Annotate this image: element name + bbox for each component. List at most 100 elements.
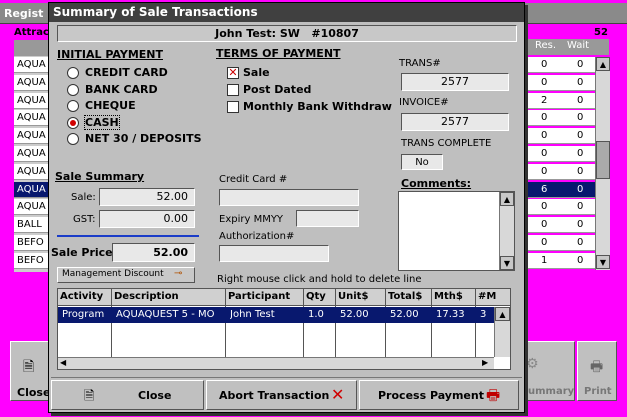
payment-option[interactable]: CREDIT CARD — [67, 66, 217, 80]
table-column-header[interactable]: Qty — [306, 291, 326, 302]
sale-label: Sale: — [71, 192, 96, 203]
authorization-input[interactable] — [219, 245, 329, 262]
sale-divider — [57, 235, 199, 237]
management-discount-button[interactable]: Management Discount ⊸ — [57, 267, 195, 283]
background-row[interactable]: 00 — [527, 199, 595, 216]
background-row[interactable]: 00 — [527, 57, 595, 73]
payment-option[interactable]: CHEQUE — [67, 99, 217, 113]
background-row[interactable]: 00 — [527, 217, 595, 234]
process-payment-button[interactable]: Process Payment 🖶 — [359, 380, 519, 410]
table-scroll-right-icon[interactable]: ▶ — [482, 358, 488, 367]
background-row-name[interactable]: BALL — [14, 217, 50, 234]
background-row-res: 0 — [541, 76, 548, 88]
terms-option[interactable]: Monthly Bank Withdraw — [227, 100, 397, 114]
background-row-name[interactable]: AQUA — [14, 110, 50, 127]
background-scrollbar[interactable]: ▲ ▼ — [595, 57, 610, 270]
table-row[interactable]: Program AQUAQUEST 5 - MO John Test 1.0 52.00… — [58, 307, 494, 323]
invoice-label: INVOICE# — [399, 97, 449, 108]
terms-option[interactable]: ✕ Sale — [227, 66, 397, 80]
background-row[interactable]: 00 — [527, 235, 595, 251]
background-row-res: 0 — [541, 112, 548, 124]
background-row-name[interactable]: AQUA — [14, 199, 50, 216]
background-row[interactable]: 10 — [527, 252, 595, 269]
process-button-label: Process Payment — [378, 389, 484, 402]
background-row-name[interactable]: AQUA — [14, 92, 50, 109]
background-scroll-down-icon[interactable]: ▼ — [596, 255, 610, 269]
comments-scroll-up-icon[interactable]: ▲ — [500, 192, 514, 206]
table-cell-m: 3 — [480, 309, 487, 320]
table-column-header[interactable]: Unit$ — [338, 291, 368, 302]
management-discount-label: Management Discount — [62, 269, 164, 279]
background-row-wait: 0 — [577, 148, 584, 159]
background-row[interactable]: 00 — [527, 163, 595, 180]
dialog-titlebar[interactable]: Summary of Sale Transactions — [49, 3, 524, 22]
table-scroll-up-icon[interactable]: ▲ — [495, 307, 510, 321]
background-print-button[interactable]: 🖶 Print — [577, 341, 617, 401]
table-scroll-left-icon[interactable]: ◀ — [60, 358, 66, 367]
table-column-header[interactable]: Participant — [228, 291, 290, 302]
radio-icon[interactable] — [67, 83, 79, 96]
table-column-header[interactable]: Activity — [60, 291, 103, 302]
background-row[interactable]: 00 — [527, 128, 595, 145]
payment-option-label: CHEQUE — [85, 99, 136, 112]
background-row-res: 0 — [541, 165, 548, 177]
background-row-name[interactable]: AQUA — [14, 146, 50, 162]
background-summary-button[interactable]: ⚙ ummary — [525, 341, 575, 401]
wait-column-header[interactable]: Wait — [567, 40, 589, 51]
expiry-input[interactable] — [296, 210, 359, 227]
table-column-header[interactable]: Mth$ — [434, 291, 463, 302]
background-row-name[interactable]: AQUA — [14, 181, 50, 198]
sale-price-value: 52.00 — [153, 246, 188, 259]
trans-complete-label: TRANS COMPLETE — [401, 138, 492, 149]
table-column-header[interactable]: Total$ — [388, 291, 422, 302]
background-row-res: 2 — [541, 94, 548, 106]
background-row-res: 0 — [541, 130, 548, 142]
background-row[interactable]: 20 — [527, 92, 595, 109]
comments-textarea[interactable]: ▲ ▼ — [398, 191, 515, 271]
background-row-name[interactable]: BEFO — [14, 235, 50, 251]
table-column-header[interactable]: #M — [478, 291, 496, 302]
background-row-name[interactable]: AQUA — [14, 128, 50, 145]
background-row[interactable]: 60 — [527, 181, 595, 198]
background-row-name[interactable]: AQUA — [14, 57, 50, 73]
radio-selected-icon[interactable] — [67, 116, 79, 129]
comments-scrollbar[interactable]: ▲ ▼ — [499, 192, 514, 270]
radio-icon[interactable] — [67, 133, 79, 145]
checkbox-icon[interactable] — [227, 101, 239, 113]
background-row[interactable]: 00 — [527, 110, 595, 127]
terms-option[interactable]: Post Dated — [227, 83, 397, 97]
checkbox-icon[interactable] — [227, 84, 239, 96]
background-close-button[interactable]: 🗎 Close — [10, 341, 50, 401]
background-row[interactable]: 00 — [527, 146, 595, 162]
table-cell-participant: John Test — [230, 309, 275, 320]
payment-option[interactable]: NET 30 / DEPOSITS — [67, 132, 217, 146]
background-row-name[interactable]: AQUA — [14, 74, 50, 91]
background-row[interactable]: 00 — [527, 74, 595, 91]
radio-icon[interactable] — [67, 100, 79, 112]
table-column-header[interactable]: Description — [114, 291, 179, 302]
payment-option[interactable]: BANK CARD — [67, 83, 217, 97]
close-doc-icon: 🗎 — [23, 359, 35, 375]
background-close-label: Close — [17, 386, 51, 399]
background-row-name[interactable]: AQUA — [14, 163, 50, 180]
credit-card-input[interactable] — [219, 189, 359, 206]
close-button[interactable]: 🗎 Close — [51, 380, 204, 410]
table-cell-activity: Program — [62, 309, 105, 320]
background-scroll-thumb[interactable] — [596, 141, 610, 179]
checkbox-checked-icon[interactable]: ✕ — [227, 67, 239, 79]
background-scroll-up-icon[interactable]: ▲ — [596, 57, 610, 71]
close-doc-icon: 🗎 — [84, 389, 95, 404]
abort-transaction-button[interactable]: Abort Transaction ✕ — [206, 380, 357, 410]
trans-label: TRANS# — [399, 58, 441, 69]
background-row-wait: 0 — [577, 219, 584, 231]
background-list-header: Res. Wait — [527, 39, 609, 55]
res-column-header[interactable]: Res. — [535, 40, 556, 51]
radio-icon[interactable] — [67, 67, 79, 79]
payment-option[interactable]: CASH — [67, 114, 217, 130]
table-vscrollbar[interactable]: ▲ — [494, 307, 510, 357]
sale-price-label: Sale Price — [51, 246, 113, 259]
table-hscrollbar[interactable]: ◀ ▶ — [58, 357, 494, 369]
background-tab[interactable]: Attrac — [14, 27, 49, 38]
comments-scroll-down-icon[interactable]: ▼ — [500, 256, 514, 270]
background-row-name[interactable]: BEFO — [14, 252, 50, 269]
